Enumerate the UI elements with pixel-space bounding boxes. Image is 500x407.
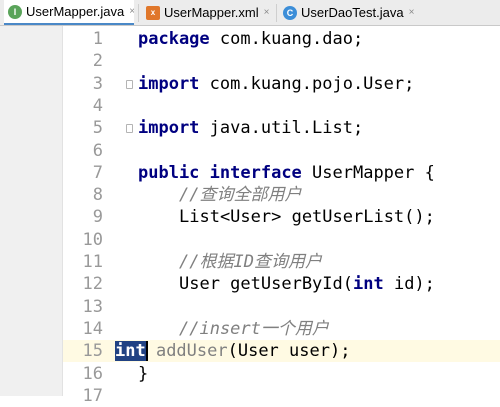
line-number: 1 xyxy=(92,29,103,49)
unused-method-name: addUser xyxy=(145,341,228,362)
fold-icon[interactable] xyxy=(126,79,133,89)
line-number: 12 xyxy=(82,274,103,295)
code-comment: //查询全部用户 xyxy=(179,185,302,206)
code-fragment: (User user); xyxy=(227,341,351,362)
code-line-4: 4 xyxy=(63,95,500,117)
tab-separator xyxy=(276,4,277,22)
code-text: int addUser(User user); xyxy=(115,340,350,362)
line-number: 4 xyxy=(92,95,103,116)
close-icon[interactable]: × xyxy=(264,7,270,18)
code-line-15-current: 15 int addUser(User user); xyxy=(63,340,500,363)
code-line-13: 13 xyxy=(63,296,500,318)
code-line-11: 11 //根据ID查询用户 xyxy=(63,251,500,273)
code-line-2: 2 xyxy=(63,50,500,72)
tab-label: UserMapper.xml xyxy=(164,5,259,20)
code-text: package com.kuang.dao; xyxy=(138,28,363,50)
code-fragment: User getUserById( xyxy=(179,274,353,295)
keyword: int xyxy=(353,274,384,295)
keyword: import xyxy=(138,73,200,94)
tab-separator xyxy=(138,4,139,22)
line-number: 10 xyxy=(82,229,103,250)
code-comment: //根据ID查询用户 xyxy=(179,252,322,272)
code-line-12: 12 User getUserById(int id); xyxy=(63,273,500,295)
class-file-icon: C xyxy=(283,5,297,20)
code-text: import com.kuang.pojo.User; xyxy=(138,73,414,95)
editor-tab-bar: I UserMapper.java × x UserMapper.xml × C… xyxy=(0,0,500,26)
code-fragment: com.kuang.pojo.User; xyxy=(199,73,415,94)
code-line-9: 9 List<User> getUserList(); xyxy=(63,206,500,228)
selected-text[interactable]: int xyxy=(115,341,146,362)
tab-usermapper-xml[interactable]: x UserMapper.xml × xyxy=(142,0,274,25)
tab-usermapper-java[interactable]: I UserMapper.java × xyxy=(4,0,134,25)
code-line-14: 14 //insert一个用户 xyxy=(63,318,500,340)
line-number: 16 xyxy=(82,363,103,384)
code-comment: //insert一个用户 xyxy=(179,318,329,339)
code-line-8: 8 //查询全部用户 xyxy=(63,184,500,206)
line-number: 9 xyxy=(92,207,103,228)
code-editor[interactable]: 1 package com.kuang.dao; 2 3 import com.… xyxy=(63,26,500,406)
line-number: 13 xyxy=(82,296,103,317)
close-icon[interactable]: × xyxy=(409,7,415,18)
code-fragment: id); xyxy=(383,274,435,295)
tab-label: UserDaoTest.java xyxy=(301,5,404,20)
keyword: package xyxy=(138,29,210,49)
line-number: 14 xyxy=(82,318,103,339)
code-line-16: 16 } xyxy=(63,363,500,385)
code-text: List<User> getUserList(); xyxy=(179,207,435,228)
line-number: 3 xyxy=(92,73,103,94)
code-fragment: java.util.List; xyxy=(199,118,364,139)
line-number: 15 xyxy=(82,341,103,362)
text-cursor xyxy=(146,341,148,362)
code-text: User getUserById(int id); xyxy=(179,273,435,295)
interface-file-icon: I xyxy=(8,4,22,19)
line-number: 8 xyxy=(92,185,103,206)
line-number: 11 xyxy=(82,252,103,272)
line-number: 2 xyxy=(92,51,103,72)
tab-userdaotest-java[interactable]: C UserDaoTest.java × xyxy=(279,0,419,25)
fold-icon[interactable] xyxy=(126,124,133,134)
code-line-5: 5 import java.util.List; xyxy=(63,117,500,139)
line-number-gutter xyxy=(0,26,63,396)
keyword: interface xyxy=(209,162,302,183)
code-fragment: com.kuang.dao; xyxy=(209,29,364,49)
code-line-1: 1 package com.kuang.dao; xyxy=(63,28,500,50)
code-line-10: 10 xyxy=(63,229,500,251)
line-number: 6 xyxy=(92,140,103,161)
line-number: 5 xyxy=(92,118,103,139)
keyword: public xyxy=(138,162,200,183)
code-line-7: 7 public interface UserMapper { xyxy=(63,162,500,184)
close-icon[interactable]: × xyxy=(129,6,134,17)
tab-label: UserMapper.java xyxy=(26,4,125,19)
line-number: 7 xyxy=(92,162,103,183)
xml-file-icon: x xyxy=(146,5,160,20)
code-line-3: 3 import com.kuang.pojo.User; xyxy=(63,73,500,95)
code-text: public interface UserMapper { xyxy=(138,162,435,184)
code-line-6: 6 xyxy=(63,140,500,162)
code-text: } xyxy=(138,363,149,384)
code-text: import java.util.List; xyxy=(138,117,363,139)
keyword: import xyxy=(138,118,200,139)
code-fragment: UserMapper { xyxy=(301,162,435,183)
